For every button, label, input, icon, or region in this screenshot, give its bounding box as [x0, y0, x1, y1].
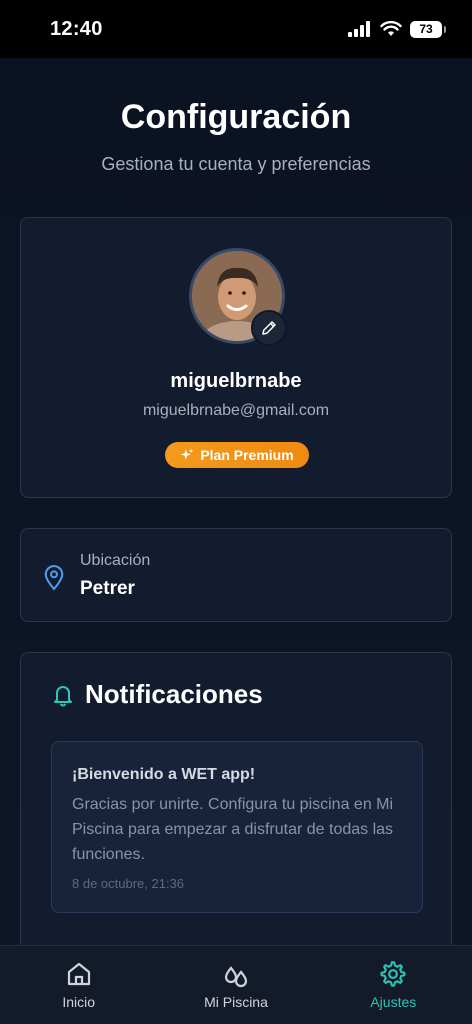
- nav-item-ajustes[interactable]: Ajustes: [323, 946, 463, 1010]
- profile-card: miguelbrnabe miguelbrnabe@gmail.com Plan…: [20, 217, 452, 498]
- profile-email: miguelbrnabe@gmail.com: [142, 402, 330, 419]
- status-time: 12:40: [50, 17, 103, 40]
- settings-screen: Configuración Gestiona tu cuenta y prefe…: [0, 58, 472, 945]
- sparkles-icon: [180, 448, 194, 460]
- edit-avatar-button[interactable]: [251, 310, 287, 346]
- location-card[interactable]: Ubicación Petrer: [20, 528, 452, 622]
- status-icons: 73: [348, 20, 446, 38]
- nav-label-ajustes: Ajustes: [370, 994, 417, 1010]
- notifications-title: Notificaciones: [85, 679, 263, 709]
- notification-body: Gracias por unirte. Configura tu piscina…: [72, 796, 394, 863]
- status-bar: 12:40 73: [0, 0, 472, 58]
- water-drops-icon: [224, 966, 248, 988]
- battery-level: 73: [419, 22, 433, 36]
- notifications-card: Notificaciones ¡Bienvenido a WET app! Gr…: [20, 652, 452, 945]
- page-subtitle: Gestiona tu cuenta y preferencias: [101, 154, 371, 174]
- bottom-nav: Inicio Mi Piscina Ajustes: [0, 945, 472, 1024]
- notification-title: ¡Bienvenido a WET app!: [72, 766, 256, 783]
- plan-badge[interactable]: Plan Premium: [165, 442, 309, 468]
- nav-item-inicio[interactable]: Inicio: [9, 946, 149, 1010]
- battery-icon: 73: [410, 20, 446, 38]
- nav-label-inicio: Inicio: [62, 994, 95, 1010]
- page-title: Configuración: [120, 98, 352, 136]
- location-label: Ubicación: [80, 552, 151, 569]
- map-pin-icon: [44, 565, 64, 591]
- location-value: Petrer: [80, 578, 135, 599]
- bell-icon: [54, 686, 72, 707]
- avatar-container: [189, 248, 287, 346]
- signal-icon: [348, 21, 370, 37]
- nav-item-mi-piscina[interactable]: Mi Piscina: [166, 946, 306, 1010]
- notification-time: 8 de octubre, 21:36: [72, 876, 185, 891]
- plan-badge-label: Plan Premium: [200, 447, 294, 463]
- notification-item[interactable]: ¡Bienvenido a WET app! Gracias por unirt…: [51, 741, 423, 913]
- wifi-icon: [380, 21, 402, 36]
- home-icon: [67, 962, 90, 986]
- gear-icon: [380, 961, 406, 987]
- pencil-icon: [262, 321, 276, 335]
- profile-name: miguelbrnabe: [170, 370, 302, 392]
- nav-label-mi-piscina: Mi Piscina: [204, 994, 268, 1010]
